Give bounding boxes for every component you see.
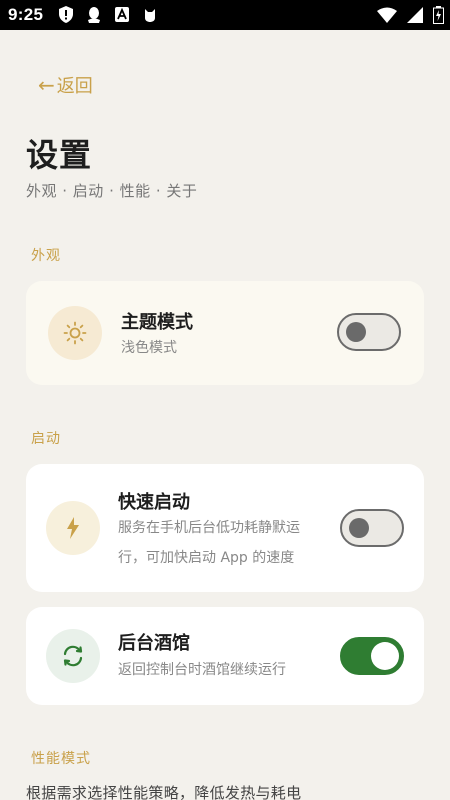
theme-mode-title: 主题模式 xyxy=(121,312,193,333)
section-label-appearance: 外观 xyxy=(31,248,61,264)
background-tavern-desc: 返回控制台时酒馆继续运行 xyxy=(118,662,286,678)
performance-desc: 根据需求选择性能策略，降低发热与耗电 xyxy=(26,784,302,800)
quick-start-title: 快速启动 xyxy=(118,492,190,513)
wifi-icon xyxy=(377,7,397,27)
background-tavern-toggle[interactable] xyxy=(340,637,404,675)
quick-start-card[interactable]: 快速启动 服务在手机后台低功耗静默运 行，可加快启动 App 的速度 xyxy=(26,464,424,592)
toggle-knob xyxy=(349,518,369,538)
theme-mode-toggle[interactable] xyxy=(337,313,401,351)
page-subtitle: 外观 · 启动 · 性能 · 关于 xyxy=(26,182,198,200)
sync-icon xyxy=(46,629,100,683)
back-label: 返回 xyxy=(56,76,93,97)
status-bar: 9:25 xyxy=(0,0,450,30)
section-label-performance: 性能模式 xyxy=(31,751,91,767)
battery-charging-icon xyxy=(433,6,444,28)
toggle-knob xyxy=(346,322,366,342)
toggle-knob xyxy=(371,642,399,670)
quick-start-desc-line2: 行，可加快启动 App 的速度 xyxy=(118,550,295,566)
status-time: 9:25 xyxy=(8,5,44,24)
a-box-icon xyxy=(114,6,130,23)
page-title: 设置 xyxy=(26,136,93,174)
signal-icon xyxy=(407,7,423,27)
quick-start-toggle[interactable] xyxy=(340,509,404,547)
background-tavern-card[interactable]: 后台酒馆 返回控制台时酒馆继续运行 xyxy=(26,607,424,705)
background-tavern-title: 后台酒馆 xyxy=(118,633,190,654)
back-button[interactable]: ← 返回 xyxy=(38,72,93,98)
lightning-icon xyxy=(46,501,100,555)
section-label-startup: 启动 xyxy=(31,431,61,447)
arrow-left-icon: ← xyxy=(38,73,55,97)
penguin-icon xyxy=(86,6,102,23)
shield-alert-icon xyxy=(58,6,74,23)
quick-start-desc-line1: 服务在手机后台低功耗静默运 xyxy=(118,520,300,536)
sun-icon xyxy=(48,306,102,360)
cat-icon xyxy=(142,6,158,23)
theme-mode-desc: 浅色模式 xyxy=(121,340,177,356)
theme-mode-card[interactable]: 主题模式 浅色模式 xyxy=(26,281,424,385)
